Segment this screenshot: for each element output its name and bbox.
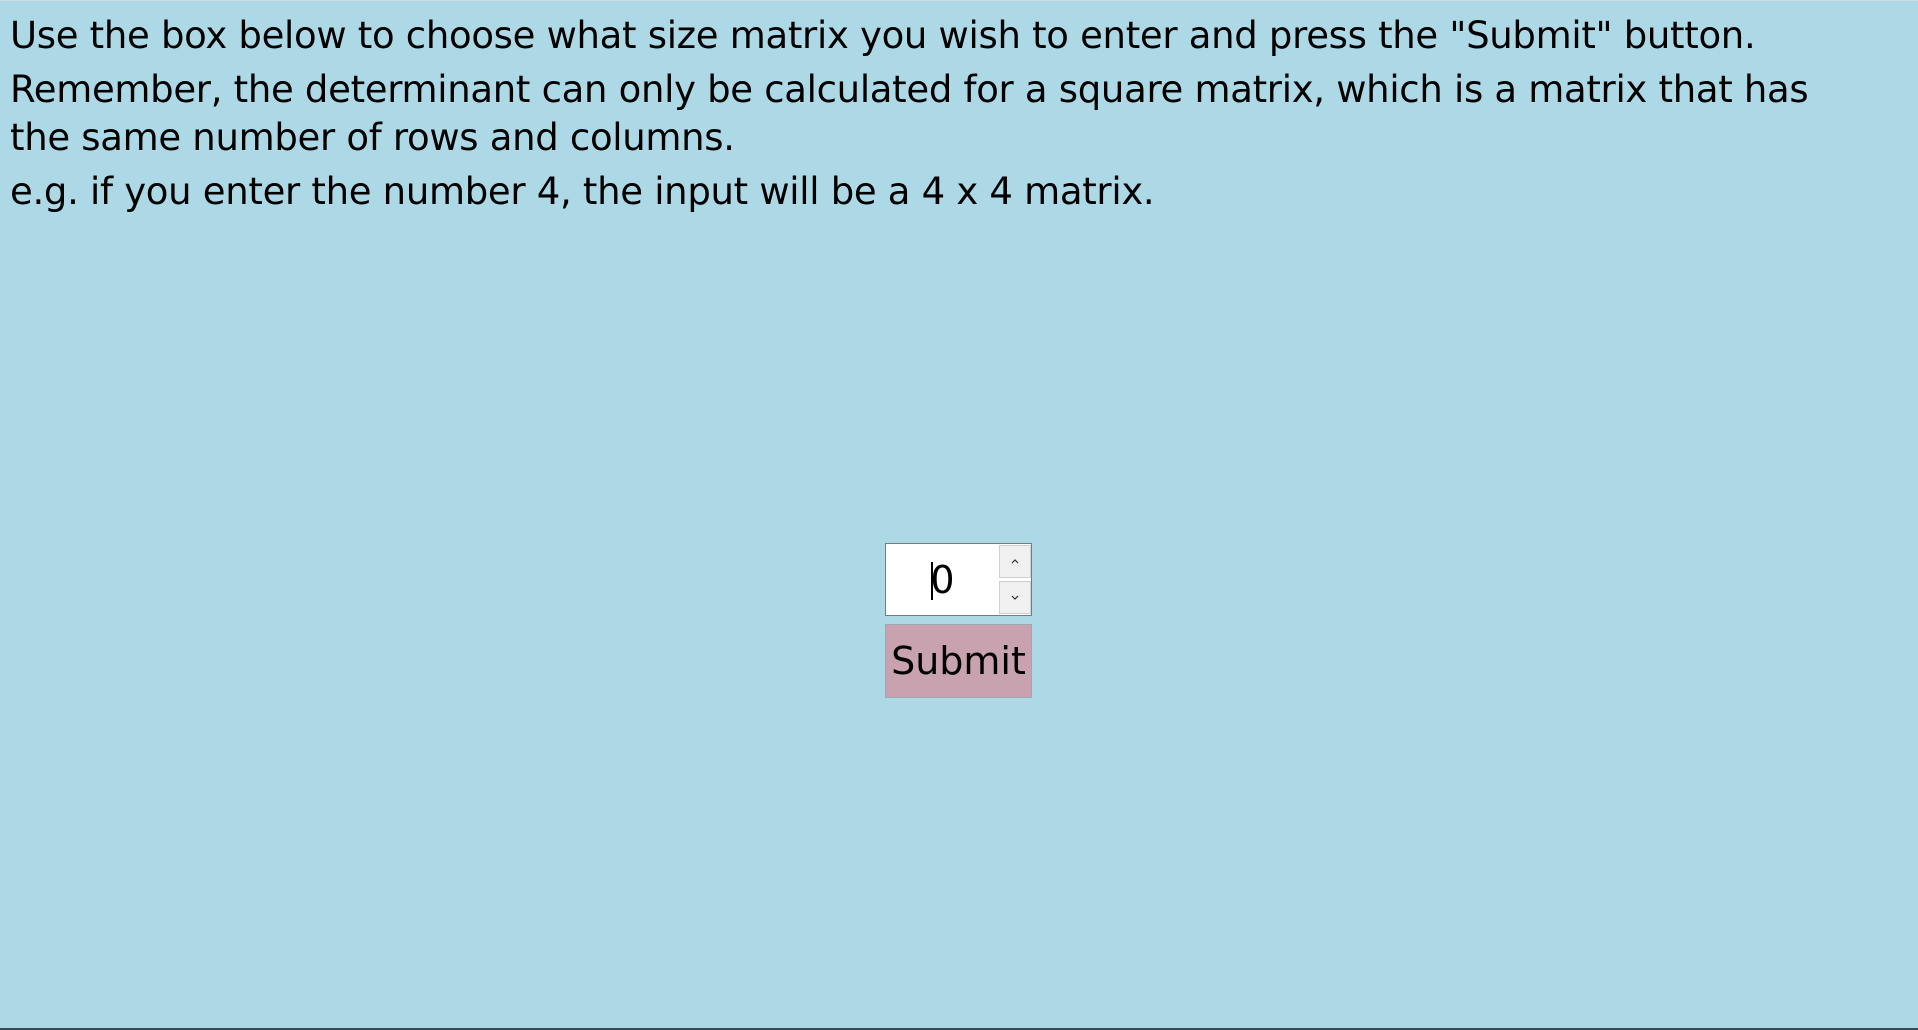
submit-button[interactable]: Submit bbox=[885, 624, 1032, 698]
instruction-line-3: e.g. if you enter the number 4, the inpu… bbox=[10, 170, 1155, 213]
increment-button[interactable] bbox=[999, 545, 1031, 578]
top-edge bbox=[0, 0, 1918, 1]
matrix-size-input[interactable] bbox=[886, 544, 999, 615]
matrix-size-stepper[interactable] bbox=[885, 543, 1032, 616]
instructions: Use the box below to choose what size ma… bbox=[10, 12, 1890, 222]
text-caret bbox=[931, 562, 933, 600]
instruction-line-1: Use the box below to choose what size ma… bbox=[10, 14, 1756, 57]
instruction-line-2: Remember, the determinant can only be ca… bbox=[10, 68, 1809, 159]
decrement-button[interactable] bbox=[999, 581, 1031, 614]
chevron-down-icon bbox=[1011, 595, 1019, 600]
chevron-up-icon bbox=[1011, 559, 1019, 564]
